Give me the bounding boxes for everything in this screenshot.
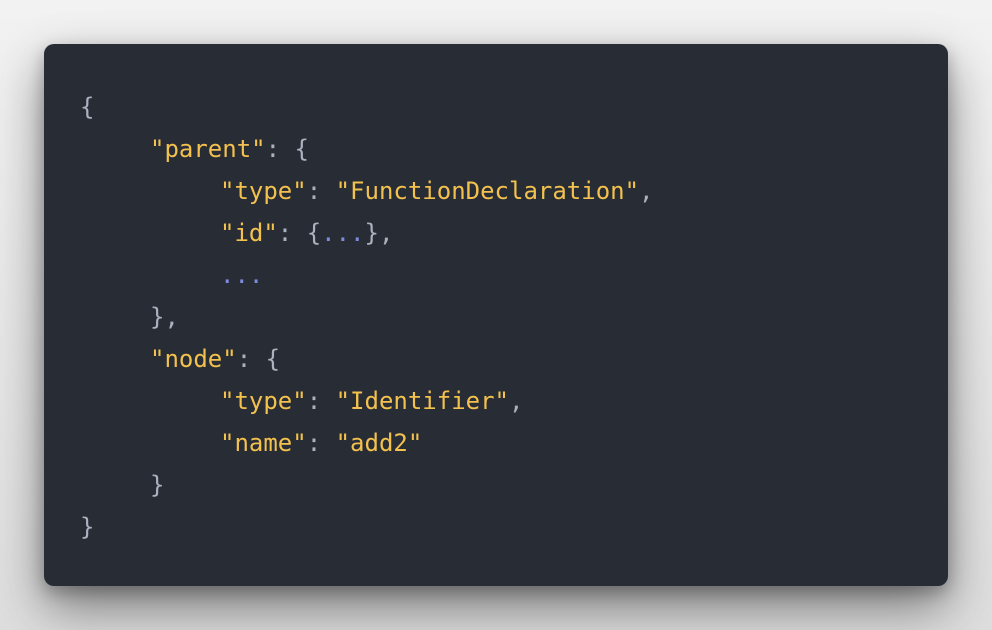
- code-snippet-card: {"parent": {"type": "FunctionDeclaration…: [44, 44, 948, 586]
- id-key: "id": [220, 219, 278, 247]
- id-ellipsis: ...: [321, 219, 365, 247]
- id-open: : {: [277, 219, 322, 247]
- code-block: {"parent": {"type": "FunctionDeclaration…: [80, 86, 654, 548]
- ellipsis-line: ...: [220, 261, 264, 289]
- name-key: "name": [220, 429, 307, 457]
- code-line-9: "name": "add2": [220, 429, 423, 457]
- node-close: }: [150, 471, 165, 499]
- code-line-2: "parent": {: [80, 128, 654, 170]
- code-line-6: },: [80, 296, 654, 338]
- root-close-brace: }: [80, 513, 95, 541]
- node-open: : {: [236, 345, 281, 373]
- node-type-key: "type": [220, 387, 307, 415]
- parent-key: "parent": [150, 135, 266, 163]
- code-line-8: "type": "Identifier",: [220, 387, 524, 415]
- code-line-7: "node": {: [80, 338, 654, 380]
- root-open-brace: {: [80, 93, 95, 121]
- code-line-4: "id": {...},: [80, 212, 654, 254]
- code-line-10: }: [80, 464, 654, 506]
- node-key: "node": [150, 345, 237, 373]
- parent-open: : {: [265, 135, 309, 163]
- type-value: "FunctionDeclaration": [335, 177, 640, 205]
- code-line-5: ...: [80, 254, 654, 296]
- name-value: "add2": [335, 429, 423, 457]
- code-line-11: }: [80, 506, 654, 548]
- id-close: },: [364, 219, 394, 247]
- code-line-1: {: [80, 86, 654, 128]
- node-type-value: "Identifier": [335, 387, 509, 415]
- parent-close: },: [150, 303, 179, 331]
- type-key: "type": [220, 177, 307, 205]
- code-line-3: "type": "FunctionDeclaration",: [220, 177, 654, 205]
